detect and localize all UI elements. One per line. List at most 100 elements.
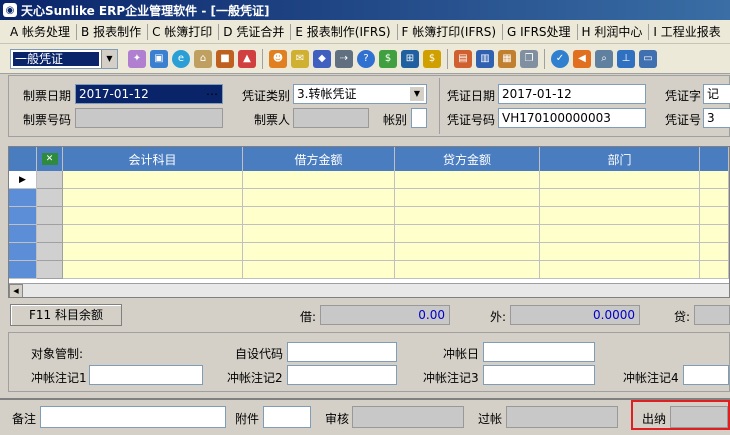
people-icon[interactable]: ☻ bbox=[269, 49, 287, 68]
briefcase-icon[interactable]: ■ bbox=[216, 49, 234, 68]
scroll-left-icon[interactable]: ◀ bbox=[9, 283, 23, 297]
grid-excel-icon[interactable]: ✕ bbox=[37, 147, 63, 171]
cell-extra[interactable] bbox=[700, 243, 729, 261]
cell-department[interactable] bbox=[540, 207, 700, 225]
house-red-icon[interactable]: ▲ bbox=[238, 49, 256, 68]
table-row[interactable] bbox=[9, 207, 729, 225]
help-icon[interactable]: ? bbox=[357, 49, 375, 68]
voucher-date-field[interactable]: 2017-01-12 bbox=[498, 84, 646, 104]
menu-ifrs-process[interactable]: G IFRS处理 bbox=[502, 23, 577, 40]
cell-account[interactable] bbox=[63, 243, 243, 261]
table-row[interactable] bbox=[9, 261, 729, 279]
cell-department[interactable] bbox=[540, 243, 700, 261]
cell-account[interactable] bbox=[63, 189, 243, 207]
make-date-field[interactable]: 2017-01-12 ⋯ bbox=[75, 84, 223, 104]
menu-report-make-ifrs[interactable]: E 报表制作(IFRS) bbox=[290, 23, 396, 40]
voucher-entry-grid[interactable]: ✕ 会计科目 借方金额 贷方金额 部门 ▶ ◀ bbox=[8, 146, 730, 298]
cell-credit[interactable] bbox=[395, 171, 540, 189]
dollar-icon[interactable]: $ bbox=[423, 49, 441, 68]
cell-credit[interactable] bbox=[395, 243, 540, 261]
voucher-category-select[interactable]: 3.转帐凭证 ▼ bbox=[293, 84, 427, 104]
cell-extra[interactable] bbox=[700, 261, 729, 279]
cell-department[interactable] bbox=[540, 189, 700, 207]
cell-debit[interactable] bbox=[243, 225, 395, 243]
remark-field[interactable] bbox=[40, 406, 226, 428]
cell-department[interactable] bbox=[540, 261, 700, 279]
menu-accounting[interactable]: A 帐务处理 bbox=[6, 24, 76, 40]
cell-debit[interactable] bbox=[243, 189, 395, 207]
cell-department[interactable] bbox=[540, 225, 700, 243]
cell-extra[interactable] bbox=[700, 189, 729, 207]
menu-profit-center[interactable]: H 利润中心 bbox=[576, 23, 649, 40]
offset-note1-field[interactable] bbox=[89, 365, 203, 385]
search-icon[interactable]: ⌕ bbox=[595, 49, 613, 68]
cell-extra[interactable] bbox=[700, 207, 729, 225]
car-icon[interactable]: ▭ bbox=[639, 49, 657, 68]
currency-field[interactable] bbox=[411, 108, 427, 128]
offset-date-field[interactable] bbox=[483, 342, 595, 362]
category-dropdown-icon[interactable]: ▼ bbox=[410, 87, 424, 101]
cell-debit[interactable] bbox=[243, 171, 395, 189]
cell-debit[interactable] bbox=[243, 261, 395, 279]
copy-icon[interactable]: ❐ bbox=[520, 49, 538, 68]
table-row[interactable]: ▶ bbox=[9, 171, 729, 189]
cell-account[interactable] bbox=[63, 171, 243, 189]
offset-note4-field[interactable] bbox=[683, 365, 729, 385]
ie-icon[interactable]: e bbox=[172, 49, 190, 68]
menu-engineering-report[interactable]: I 工程业报表 bbox=[648, 23, 726, 40]
cell-account[interactable] bbox=[63, 225, 243, 243]
cell-extra[interactable] bbox=[700, 225, 729, 243]
date-picker-icon[interactable]: ⋯ bbox=[206, 85, 218, 103]
cart-icon[interactable]: ⊞ bbox=[401, 49, 419, 68]
cell-department[interactable] bbox=[540, 171, 700, 189]
arrow-link-icon[interactable]: ⇢ bbox=[335, 49, 353, 68]
cell-debit[interactable] bbox=[243, 207, 395, 225]
chevron-down-icon[interactable]: ▼ bbox=[101, 49, 117, 68]
check-icon[interactable]: ✓ bbox=[551, 49, 569, 68]
monitor-icon[interactable]: ▣ bbox=[150, 49, 168, 68]
offset-note2-field[interactable] bbox=[287, 365, 397, 385]
home-icon[interactable]: ⌂ bbox=[194, 49, 212, 68]
horizontal-scrollbar[interactable]: ◀ bbox=[9, 283, 729, 297]
database-icon[interactable]: ▦ bbox=[498, 49, 516, 68]
table-row[interactable] bbox=[9, 225, 729, 243]
mail-icon[interactable]: ✉ bbox=[291, 49, 309, 68]
row-check[interactable] bbox=[37, 189, 63, 207]
voucher-type-select[interactable]: 一般凭证 ▼ bbox=[10, 48, 118, 69]
sound-icon[interactable]: ◀ bbox=[573, 49, 591, 68]
menu-voucher-merge[interactable]: D 凭证合并 bbox=[218, 23, 290, 40]
row-check[interactable] bbox=[37, 225, 63, 243]
tree-icon[interactable]: ⊥ bbox=[617, 49, 635, 68]
attachment-field[interactable] bbox=[263, 406, 311, 428]
voucher-word-field[interactable]: 记 bbox=[703, 84, 730, 104]
cell-credit[interactable] bbox=[395, 261, 540, 279]
cell-extra[interactable] bbox=[700, 171, 729, 189]
table-row[interactable] bbox=[9, 243, 729, 261]
ledger-icon[interactable]: ▥ bbox=[476, 49, 494, 68]
menu-book-print[interactable]: C 帐簿打印 bbox=[147, 23, 218, 40]
table-row[interactable] bbox=[9, 189, 729, 207]
row-check[interactable] bbox=[37, 243, 63, 261]
col-debit[interactable]: 借方金额 bbox=[243, 147, 395, 171]
voucher-num-field[interactable]: 3 bbox=[703, 108, 730, 128]
col-department[interactable]: 部门 bbox=[540, 147, 700, 171]
voucher-no-field[interactable]: VH170100000003 bbox=[498, 108, 646, 128]
cell-credit[interactable] bbox=[395, 207, 540, 225]
custom-code-field[interactable] bbox=[287, 342, 397, 362]
money-icon[interactable]: $ bbox=[379, 49, 397, 68]
cell-account[interactable] bbox=[63, 207, 243, 225]
book-icon[interactable]: ▤ bbox=[454, 49, 472, 68]
row-check[interactable] bbox=[37, 171, 63, 189]
menu-report-make[interactable]: B 报表制作 bbox=[76, 23, 147, 40]
cell-account[interactable] bbox=[63, 261, 243, 279]
row-check[interactable] bbox=[37, 261, 63, 279]
cell-credit[interactable] bbox=[395, 225, 540, 243]
offset-note3-field[interactable] bbox=[483, 365, 595, 385]
cell-credit[interactable] bbox=[395, 189, 540, 207]
col-credit[interactable]: 贷方金额 bbox=[395, 147, 540, 171]
account-balance-button[interactable]: F11 科目余额 bbox=[10, 304, 122, 326]
split-icon[interactable]: ✦ bbox=[128, 49, 146, 68]
menu-book-print-ifrs[interactable]: F 帐簿打印(IFRS) bbox=[396, 23, 502, 40]
row-check[interactable] bbox=[37, 207, 63, 225]
col-account[interactable]: 会计科目 bbox=[63, 147, 243, 171]
